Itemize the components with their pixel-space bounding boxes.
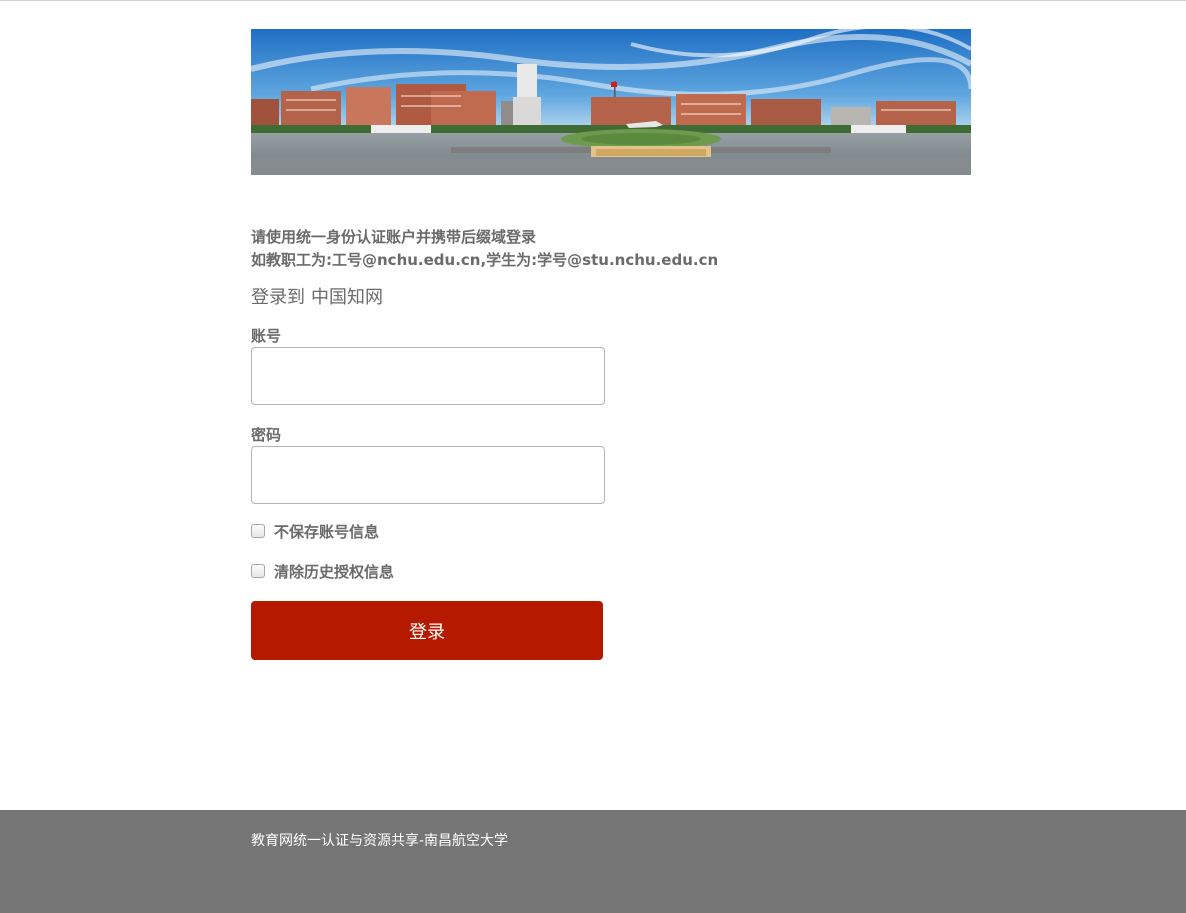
- dont-save-checkbox[interactable]: [251, 524, 265, 538]
- password-input[interactable]: [251, 446, 605, 504]
- dont-save-label[interactable]: 不保存账号信息: [274, 521, 379, 542]
- clear-history-label[interactable]: 清除历史授权信息: [274, 561, 394, 582]
- clear-history-checkbox[interactable]: [251, 564, 265, 578]
- top-divider: [0, 0, 1186, 1]
- username-input[interactable]: [251, 347, 605, 405]
- dont-save-option: 不保存账号信息: [251, 521, 379, 541]
- login-button[interactable]: 登录: [251, 601, 603, 660]
- login-instructions: 请使用统一身份认证账户并携带后缀域登录 如教职工为:工号@nchu.edu.cn…: [251, 226, 718, 272]
- campus-banner-image: [251, 29, 971, 175]
- password-label: 密码: [251, 426, 282, 444]
- clear-history-option: 清除历史授权信息: [251, 561, 394, 581]
- footer-text: 教育网统一认证与资源共享-南昌航空大学: [251, 833, 509, 849]
- instruction-line-2: 如教职工为:工号@nchu.edu.cn,学生为:学号@stu.nchu.edu…: [251, 251, 719, 269]
- login-target: 登录到 中国知网: [251, 283, 383, 309]
- instruction-line-1: 请使用统一身份认证账户并携带后缀域登录: [251, 228, 537, 246]
- target-service-name: 中国知网: [311, 287, 383, 308]
- login-to-prefix: 登录到: [251, 287, 305, 308]
- username-label: 账号: [251, 327, 282, 345]
- page-footer: 教育网统一认证与资源共享-南昌航空大学: [0, 810, 1186, 913]
